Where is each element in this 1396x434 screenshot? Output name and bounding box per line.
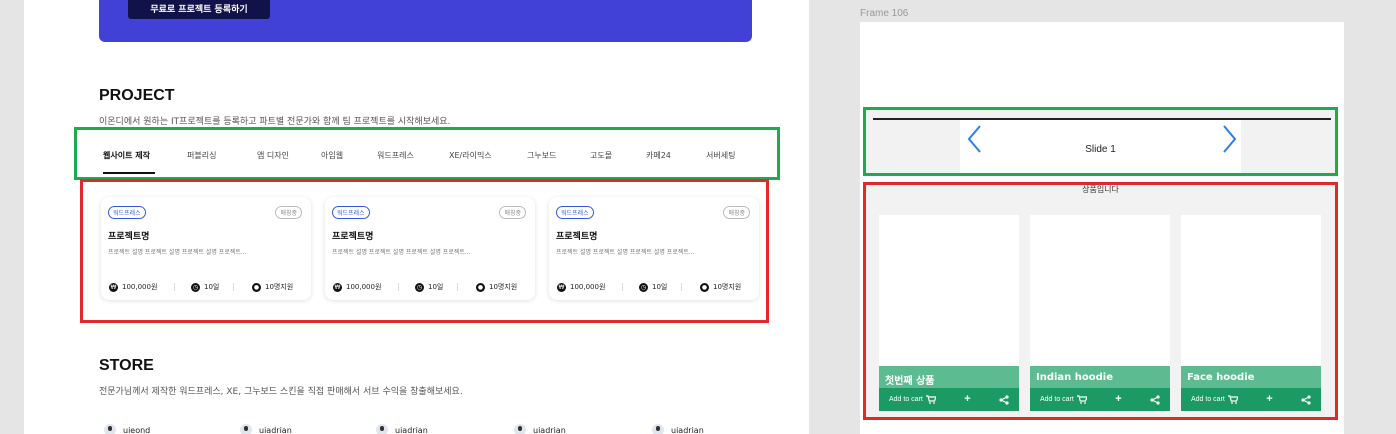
applicants-info: ● 10명지원 — [252, 282, 294, 292]
category-badge: 워드프레스 — [332, 206, 370, 219]
tab-imweb[interactable]: 아임웹 — [321, 150, 343, 161]
project-description: 프로젝트 설명 프로젝트 설명 프로젝트 설명 프로젝트... — [332, 249, 471, 256]
website-preview-panel: 무료로 프로젝트 등록하기 PROJECT 이온디에서 원하는 IT프로젝트를 … — [24, 0, 809, 434]
clock-icon: ◷ — [191, 282, 200, 292]
project-description: 프로젝트 설명 프로젝트 설명 프로젝트 설명 프로젝트... — [556, 249, 695, 256]
project-title: 프로젝트명 — [108, 232, 150, 242]
product-name: 첫번째 상품 — [879, 366, 1019, 388]
project-card[interactable]: 워드프레스 매칭중 프로젝트명 프로젝트 설명 프로젝트 설명 프로젝트 설명 … — [101, 197, 311, 300]
plus-icon[interactable]: + — [1266, 394, 1272, 405]
product-card[interactable]: 첫번째 상품 Add to cart + — [879, 215, 1019, 411]
price-info: ₩100,000원 — [109, 282, 158, 292]
duration-info: ◷ 10일 — [639, 282, 668, 292]
tab-server-setting[interactable]: 서버세팅 — [706, 150, 735, 161]
category-badge: 워드프레스 — [556, 206, 594, 219]
seller-item[interactable]: uiadrian — [376, 424, 428, 434]
add-to-cart-button[interactable]: Add to cart — [889, 395, 936, 404]
share-icon[interactable] — [999, 394, 1009, 405]
add-to-cart-button[interactable]: Add to cart — [1191, 395, 1238, 404]
plus-icon[interactable]: + — [1115, 394, 1121, 405]
share-icon[interactable] — [1301, 394, 1311, 405]
store-section-subtitle: 전문가님께서 제작한 워드프레스, XE, 그누보드 스킨을 직접 판매해서 서… — [99, 387, 463, 397]
slide-panel: Slide 1 — [960, 120, 1241, 173]
clock-icon: ◷ — [415, 282, 424, 292]
divider — [457, 283, 458, 291]
avatar — [104, 424, 116, 434]
chevron-left-icon[interactable] — [966, 124, 986, 154]
tab-app-design[interactable]: 앱 디자인 — [257, 150, 289, 161]
seller-item[interactable]: uieond — [104, 424, 150, 434]
frame-label: Frame 106 — [860, 8, 909, 19]
chevron-right-icon[interactable] — [1218, 124, 1238, 154]
product-name: Face hoodie — [1181, 366, 1321, 388]
avatar — [240, 424, 252, 434]
divider — [681, 283, 682, 291]
status-badge: 매칭중 — [275, 206, 302, 219]
duration-info: ◷ 10일 — [415, 282, 444, 292]
tab-wordpress[interactable]: 워드프레스 — [377, 150, 414, 161]
plus-icon[interactable]: + — [964, 394, 970, 405]
product-actions: Add to cart + — [1030, 388, 1170, 411]
person-icon: ● — [476, 282, 485, 292]
duration-info: ◷ 10일 — [191, 282, 220, 292]
project-cards-area: 워드프레스 매칭중 프로젝트명 프로젝트 설명 프로젝트 설명 프로젝트 설명 … — [80, 179, 769, 323]
cart-icon — [925, 395, 936, 404]
category-badge: 워드프레스 — [108, 206, 146, 219]
slider-widget: Slide 1 — [863, 107, 1338, 176]
avatar — [376, 424, 388, 434]
tab-cafe24[interactable]: 카페24 — [646, 150, 671, 161]
clock-icon: ◷ — [639, 282, 648, 292]
seller-item[interactable]: uiadrian — [240, 424, 292, 434]
person-icon: ● — [700, 282, 709, 292]
register-project-button[interactable]: 무료로 프로젝트 등록하기 — [128, 0, 270, 19]
active-tab-indicator — [103, 172, 155, 174]
divider — [233, 283, 234, 291]
avatar — [514, 424, 526, 434]
seller-item[interactable]: uiadrian — [652, 424, 704, 434]
tab-publishing[interactable]: 퍼블리싱 — [187, 150, 216, 161]
divider — [398, 283, 399, 291]
tab-godomall[interactable]: 고도몰 — [590, 150, 612, 161]
product-card[interactable]: Face hoodie Add to cart + — [1181, 215, 1321, 411]
cart-icon — [1227, 395, 1238, 404]
price-info: ₩100,000원 — [333, 282, 382, 292]
hero-banner: 무료로 프로젝트 등록하기 — [99, 0, 752, 42]
share-icon[interactable] — [1150, 394, 1160, 405]
tab-website[interactable]: 웹사이트 제작 — [103, 150, 150, 161]
project-category-tabs: 웹사이트 제작 퍼블리싱 앱 디자인 아임웹 워드프레스 XE/라이믹스 그누보… — [74, 127, 780, 180]
project-card[interactable]: 워드프레스 매칭중 프로젝트명 프로젝트 설명 프로젝트 설명 프로젝트 설명 … — [325, 197, 535, 300]
tab-gnuboard[interactable]: 그누보드 — [527, 150, 556, 161]
won-icon: ₩ — [109, 282, 118, 292]
cart-icon — [1076, 395, 1087, 404]
won-icon: ₩ — [557, 282, 566, 292]
status-badge: 매칭중 — [723, 206, 750, 219]
project-title: 프로젝트명 — [332, 232, 374, 242]
store-section-title: STORE — [99, 357, 154, 374]
slide-label: Slide 1 — [1085, 144, 1116, 155]
price-info: ₩100,000원 — [557, 282, 606, 292]
avatar — [652, 424, 664, 434]
product-card[interactable]: Indian hoodie Add to cart + — [1030, 215, 1170, 411]
product-actions: Add to cart + — [1181, 388, 1321, 411]
won-icon: ₩ — [333, 282, 342, 292]
divider — [174, 283, 175, 291]
project-card[interactable]: 워드프레스 매칭중 프로젝트명 프로젝트 설명 프로젝트 설명 프로젝트 설명 … — [549, 197, 759, 300]
project-description: 프로젝트 설명 프로젝트 설명 프로젝트 설명 프로젝트... — [108, 249, 247, 256]
project-section-title: PROJECT — [99, 87, 175, 104]
add-to-cart-button[interactable]: Add to cart — [1040, 395, 1087, 404]
tab-xe-rhymix[interactable]: XE/라이믹스 — [449, 150, 492, 161]
applicants-info: ● 10명지원 — [476, 282, 518, 292]
project-section-subtitle: 이온디에서 원하는 IT프로젝트를 등록하고 파트별 전문가와 함께 팀 프로젝… — [99, 117, 451, 127]
applicants-info: ● 10명지원 — [700, 282, 742, 292]
seller-item[interactable]: uiadrian — [514, 424, 566, 434]
person-icon: ● — [252, 282, 261, 292]
product-actions: Add to cart + — [879, 388, 1019, 411]
products-heading: 상품입니다 — [1082, 185, 1119, 194]
product-list-widget: 상품입니다 첫번째 상품 Add to cart + Indian hoodie… — [863, 182, 1338, 420]
divider — [622, 283, 623, 291]
project-title: 프로젝트명 — [556, 232, 598, 242]
status-badge: 매칭중 — [499, 206, 526, 219]
product-name: Indian hoodie — [1030, 366, 1170, 388]
